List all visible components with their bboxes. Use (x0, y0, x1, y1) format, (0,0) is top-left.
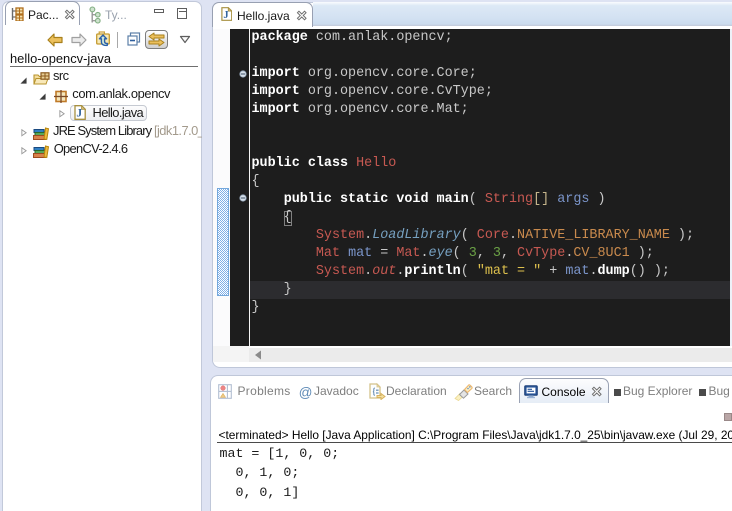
svg-text:J: J (223, 10, 228, 21)
svg-text:J: J (76, 108, 82, 120)
